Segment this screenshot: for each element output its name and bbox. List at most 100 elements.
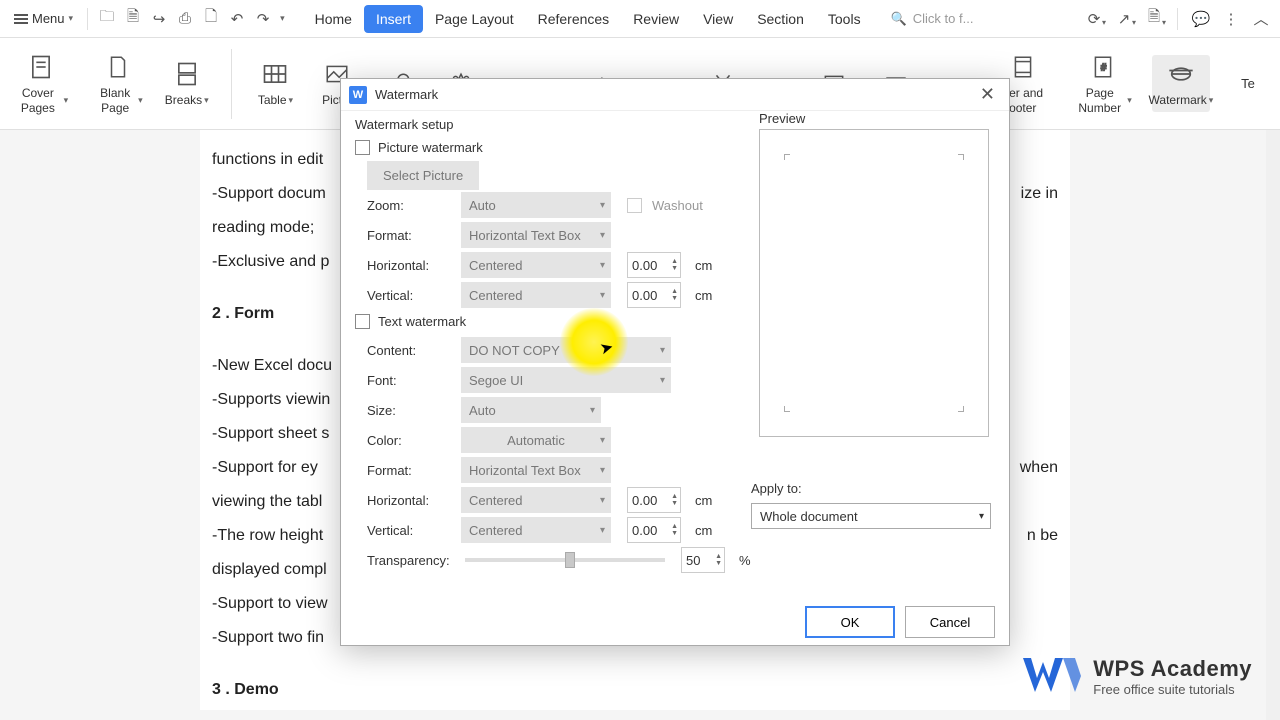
- format-select[interactable]: Horizontal Text Box: [461, 222, 611, 248]
- doc-heading: 3 . Demo: [212, 674, 1058, 706]
- zoom-select[interactable]: Auto: [461, 192, 611, 218]
- undo-icon[interactable]: ↶: [227, 9, 247, 29]
- size-select[interactable]: Auto: [461, 397, 601, 423]
- watermark-label: Watermark: [1149, 93, 1207, 107]
- tab-section[interactable]: Section: [745, 5, 816, 33]
- watermark-icon: [1163, 59, 1199, 89]
- doc-line: -The row height: [212, 520, 323, 552]
- chevron-down-icon[interactable]: ▾: [280, 13, 285, 24]
- tab-references[interactable]: References: [526, 5, 622, 33]
- preview-icon[interactable]: 🗋: [201, 9, 221, 29]
- ok-button[interactable]: OK: [805, 606, 895, 638]
- svg-text:#: #: [1101, 62, 1107, 73]
- tab-insert[interactable]: Insert: [364, 5, 423, 33]
- preview-area: [759, 129, 989, 437]
- color-select[interactable]: Automatic: [461, 427, 611, 453]
- print-icon[interactable]: ⎙: [175, 9, 195, 29]
- header-footer-icon: [1005, 52, 1041, 82]
- tab-page-layout[interactable]: Page Layout: [423, 5, 526, 33]
- text-watermark-checkbox[interactable]: [355, 314, 370, 329]
- content-select[interactable]: DO NOT COPY: [461, 337, 671, 363]
- save-cloud-icon[interactable]: 🗎▾: [1141, 7, 1167, 31]
- picture-watermark-label: Picture watermark: [378, 140, 483, 155]
- export-icon[interactable]: ↪: [149, 9, 169, 29]
- doc-line: n be: [1027, 520, 1058, 552]
- tab-review[interactable]: Review: [621, 5, 691, 33]
- comment-icon[interactable]: 💬: [1188, 7, 1214, 31]
- unit-label: cm: [695, 258, 712, 273]
- ribbon-tabs: Home Insert Page Layout References Revie…: [303, 5, 873, 33]
- chevron-down-icon: ▾: [69, 13, 74, 24]
- vertical2-select[interactable]: Centered: [461, 517, 611, 543]
- sync-icon[interactable]: ⟳▾: [1081, 7, 1107, 31]
- table-label: Table: [258, 93, 287, 107]
- open-icon[interactable]: 🗀: [97, 9, 117, 29]
- vertical2-offset-input[interactable]: 0.00▲▼: [627, 517, 681, 543]
- share-icon[interactable]: ↗▾: [1111, 7, 1137, 31]
- more-icon[interactable]: ⋮: [1218, 7, 1244, 31]
- tab-tools[interactable]: Tools: [816, 5, 873, 33]
- vertical-scrollbar[interactable]: [1266, 130, 1280, 720]
- cover-pages-label: Cover Pages: [14, 86, 62, 115]
- menu-button[interactable]: Menu ▾: [6, 7, 81, 30]
- transparency-label: Transparency:: [355, 553, 451, 568]
- collapse-ribbon-icon[interactable]: ︿: [1248, 7, 1274, 31]
- wps-logo-icon: [1021, 654, 1081, 698]
- doc-line: when: [1020, 452, 1058, 484]
- separator: [87, 8, 88, 30]
- vertical-label: Vertical:: [355, 288, 451, 303]
- apply-to-label: Apply to:: [751, 481, 802, 496]
- dialog-footer: OK Cancel: [341, 599, 1009, 645]
- horizontal2-offset-input[interactable]: 0.00▲▼: [627, 487, 681, 513]
- select-picture-button[interactable]: Select Picture: [367, 161, 479, 190]
- blank-page-button[interactable]: Blank Page▾: [88, 48, 149, 119]
- apply-to-select[interactable]: Whole document: [751, 503, 991, 529]
- menu-label: Menu: [32, 11, 65, 26]
- dialog-title: Watermark: [375, 87, 438, 102]
- horizontal-select[interactable]: Centered: [461, 252, 611, 278]
- wps-academy-logo: WPS Academy Free office suite tutorials: [1021, 654, 1252, 698]
- vertical-offset-input[interactable]: 0.00▲▼: [627, 282, 681, 308]
- page-number-label: Page Number: [1074, 86, 1125, 115]
- watermark-button[interactable]: Watermark▾: [1152, 55, 1210, 111]
- redo-icon[interactable]: ↷: [253, 9, 273, 29]
- transparency-slider[interactable]: [465, 558, 665, 562]
- cover-pages-icon: [23, 52, 59, 82]
- close-button[interactable]: ✕: [974, 84, 1001, 105]
- text-button[interactable]: Te: [1224, 72, 1272, 95]
- tab-view[interactable]: View: [691, 5, 745, 33]
- horizontal2-select[interactable]: Centered: [461, 487, 611, 513]
- vertical-select[interactable]: Centered: [461, 282, 611, 308]
- dialog-body: Watermark setup Picture watermark Select…: [341, 111, 1009, 599]
- transparency-input[interactable]: 50▲▼: [681, 547, 725, 573]
- picture-watermark-checkbox[interactable]: [355, 140, 370, 155]
- font-label: Font:: [355, 373, 451, 388]
- horizontal-offset-input[interactable]: 0.00▲▼: [627, 252, 681, 278]
- color-label: Color:: [355, 433, 451, 448]
- page-number-button[interactable]: # Page Number▾: [1068, 48, 1138, 119]
- font-select[interactable]: Segoe UI: [461, 367, 671, 393]
- doc-line: -Support docum: [212, 178, 326, 210]
- washout-label: Washout: [652, 198, 703, 213]
- search-input[interactable]: 🔍 Click to f...: [891, 11, 991, 27]
- cancel-button[interactable]: Cancel: [905, 606, 995, 638]
- unit-label: cm: [695, 523, 712, 538]
- blank-page-label: Blank Page: [94, 86, 136, 115]
- separator: [1177, 8, 1178, 30]
- titlebar-right: ⟳▾ ↗▾ 🗎▾ 💬 ⋮ ︿: [1081, 7, 1274, 31]
- preview-label: Preview: [759, 111, 805, 126]
- cover-pages-button[interactable]: Cover Pages▾: [8, 48, 74, 119]
- blank-page-icon: [100, 52, 136, 82]
- zoom-label: Zoom:: [355, 198, 451, 213]
- table-button[interactable]: Table▾: [251, 55, 299, 111]
- format2-select[interactable]: Horizontal Text Box: [461, 457, 611, 483]
- size-label: Size:: [355, 403, 451, 418]
- search-icon: 🔍: [891, 11, 907, 27]
- washout-checkbox[interactable]: [627, 198, 642, 213]
- doc-line: -Support for ey: [212, 452, 318, 484]
- page-number-icon: #: [1085, 52, 1121, 82]
- save-icon[interactable]: 🗎: [123, 9, 143, 29]
- logo-title: WPS Academy: [1093, 656, 1252, 682]
- tab-home[interactable]: Home: [303, 5, 364, 33]
- breaks-button[interactable]: Breaks▾: [163, 55, 211, 111]
